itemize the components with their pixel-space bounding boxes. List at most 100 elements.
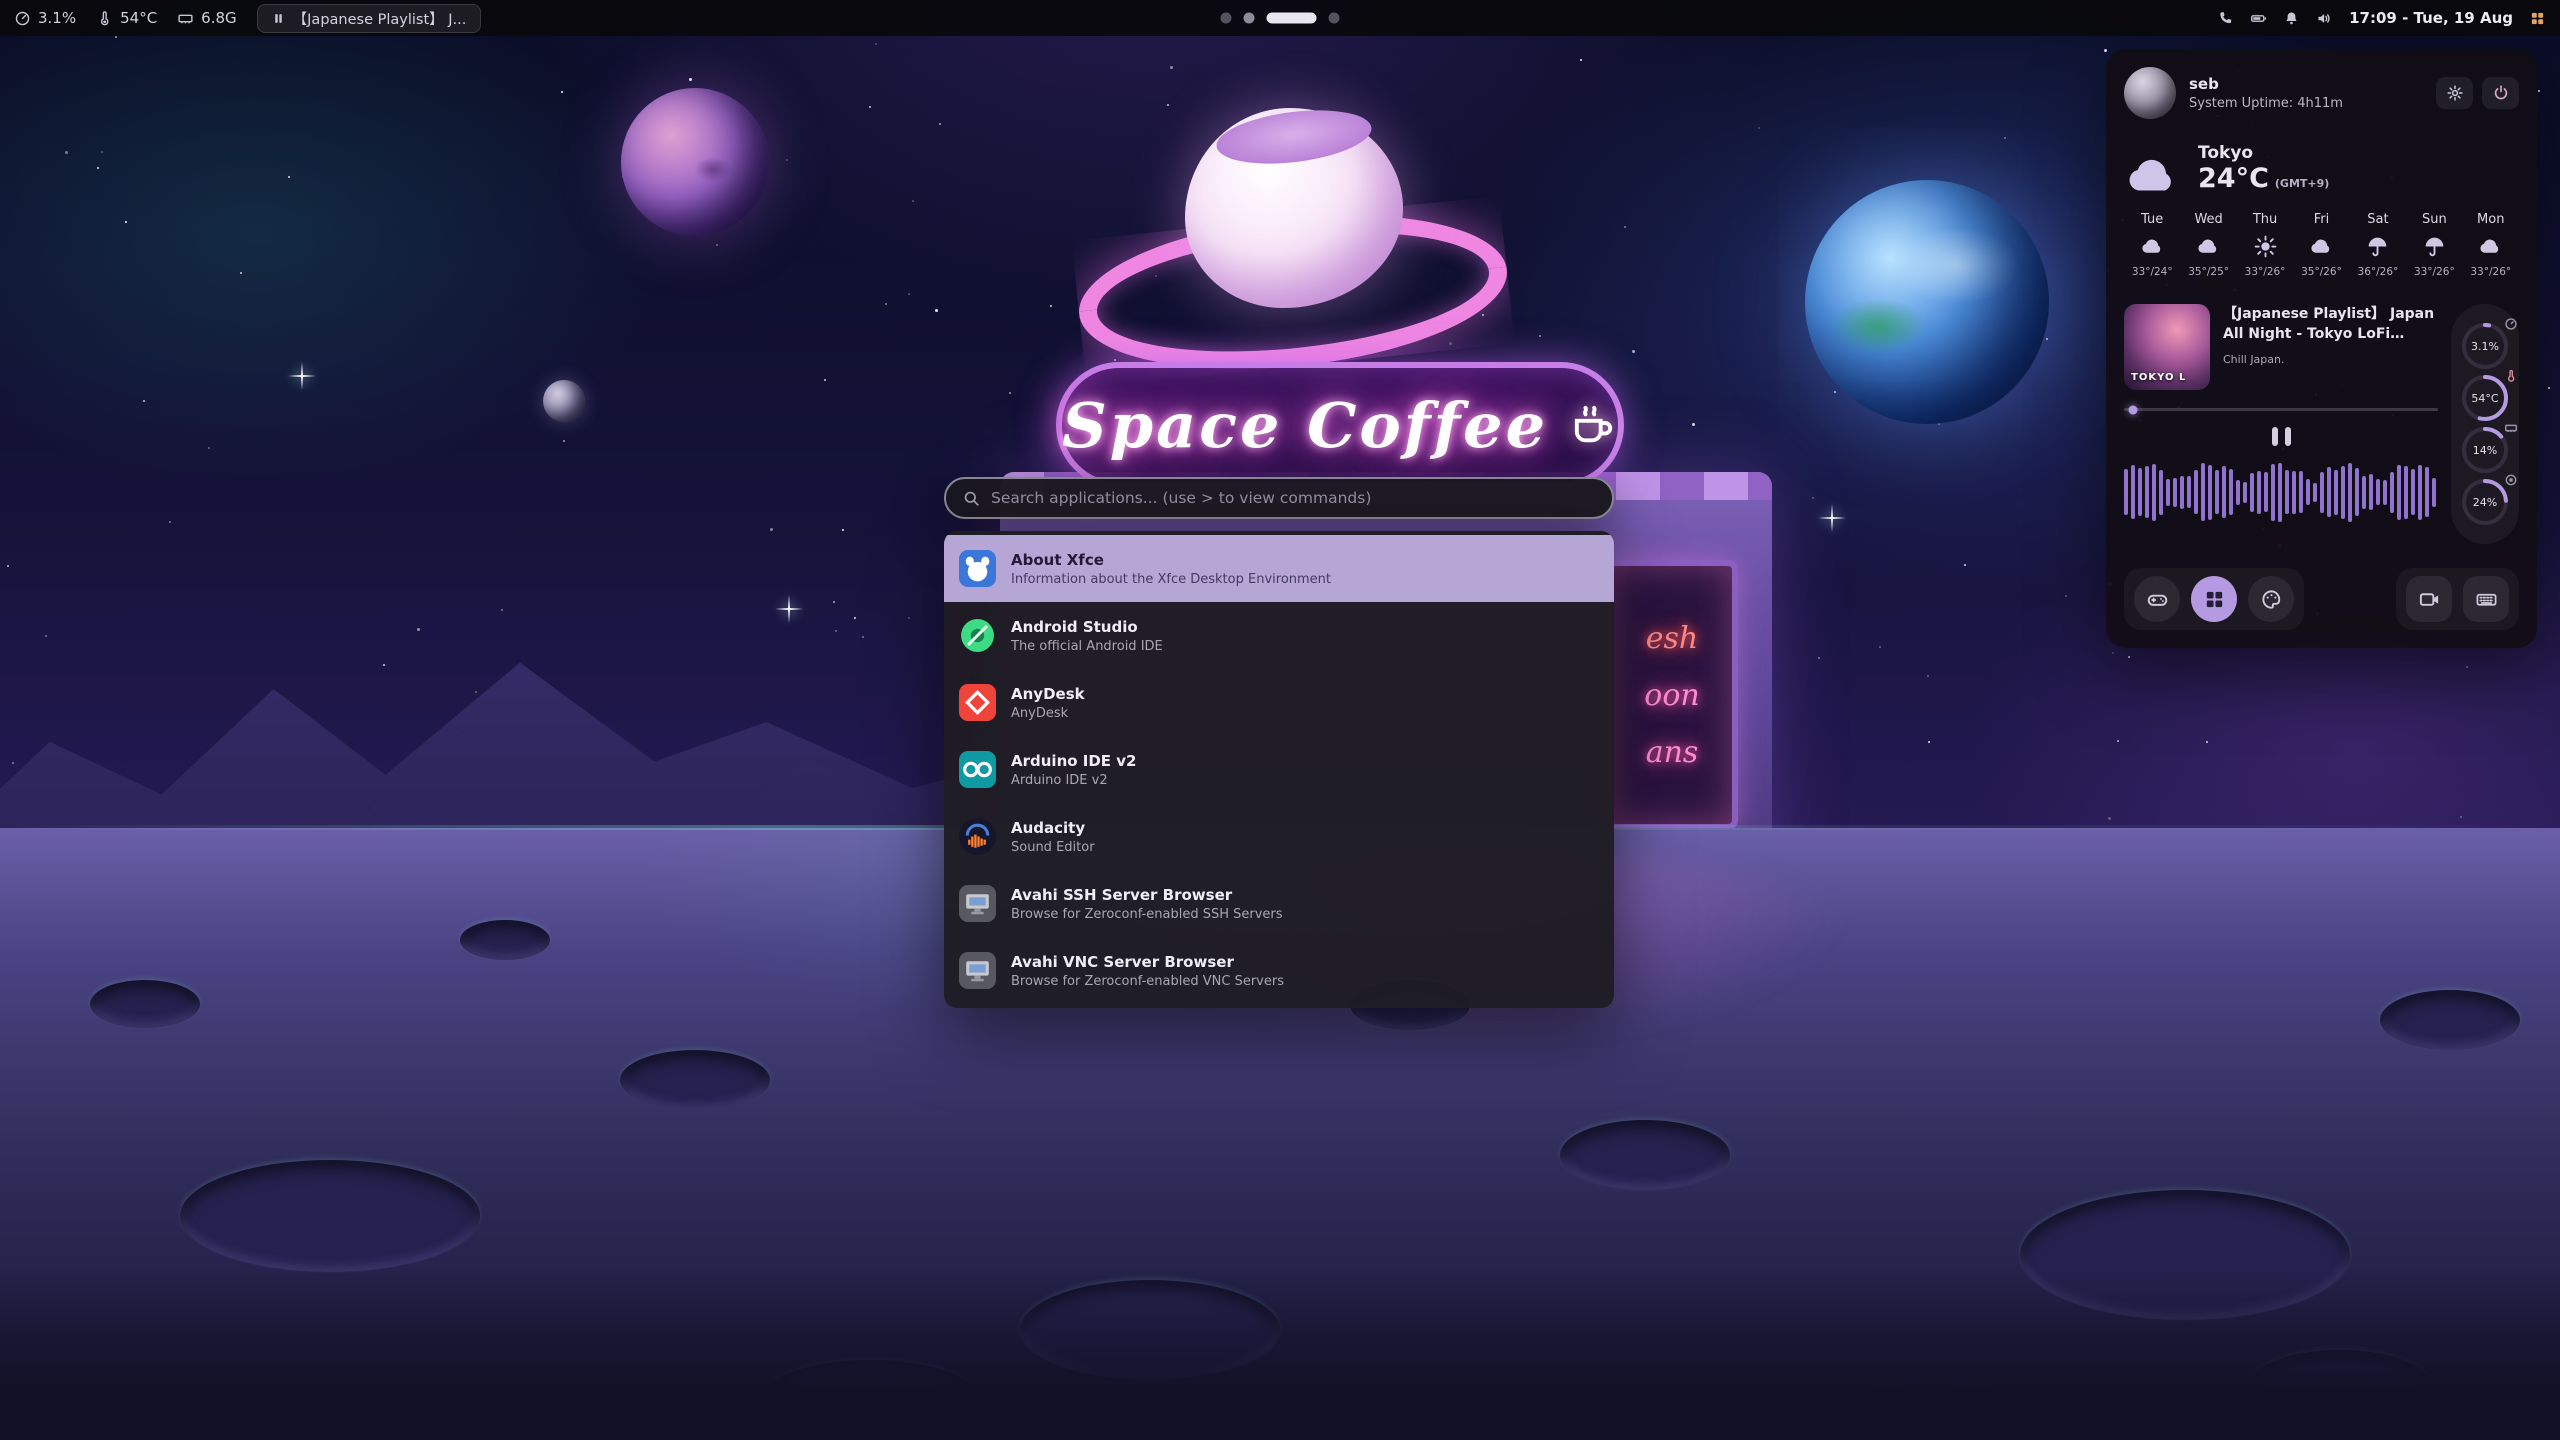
workspace-dot-4[interactable]	[1329, 13, 1340, 24]
launcher-results: About Xfce Information about the Xfce De…	[944, 531, 1614, 1008]
forecast-day: Tue 33°/24°	[2124, 212, 2180, 278]
search-input[interactable]	[991, 489, 1596, 507]
waveform	[2124, 460, 2438, 524]
memory-stat: 6.8G	[177, 9, 236, 27]
launcher-item-arduino[interactable]: Arduino IDE v2 Arduino IDE v2	[944, 736, 1614, 803]
game-controller-button[interactable]	[2134, 576, 2180, 622]
uptime-label: System Uptime: 4h11m	[2189, 96, 2343, 111]
weather-widget: Tokyo 24°C (GMT+9) Tue 33°/24° Wed 35°/2…	[2124, 143, 2519, 278]
system-stats: 3.1% 54°C 6.8G 【Japanese Playlist】 J...	[14, 4, 481, 33]
purple-planet	[621, 88, 769, 236]
speedometer-icon	[2504, 316, 2518, 330]
cpu-stat: 3.1%	[14, 9, 76, 27]
temperature-value: 54°C	[120, 9, 157, 27]
app-description: Browse for Zeroconf-enabled SSH Servers	[1011, 907, 1283, 922]
cloud-icon	[2478, 234, 2503, 259]
cloud-icon	[2196, 234, 2221, 259]
cloud-icon	[2124, 147, 2182, 191]
monitor-icon	[959, 952, 996, 989]
app-grid-icon[interactable]	[2529, 10, 2546, 27]
launcher-item-anydesk[interactable]: AnyDesk AnyDesk	[944, 669, 1614, 736]
forecast-row: Tue 33°/24° Wed 35°/25° Thu 33°/26° Fri	[2124, 212, 2519, 278]
seek-bar[interactable]	[2124, 408, 2438, 411]
workspace-dot-2[interactable]	[1244, 13, 1255, 24]
umbrella-rain-icon	[2422, 234, 2447, 259]
track-subtitle: Chill Japan.	[2223, 353, 2438, 366]
window-neon-text: oon	[1644, 678, 1699, 713]
cloud-icon	[2140, 234, 2165, 259]
workspace-dot-3-active[interactable]	[1267, 13, 1317, 24]
seek-knob[interactable]	[2129, 405, 2138, 414]
temperature-stat: 54°C	[96, 9, 157, 27]
utility-shortcuts	[2396, 568, 2519, 630]
memory-gauge: 14%	[2459, 424, 2511, 476]
foreground-shadow	[0, 1270, 2560, 1440]
app-name: Android Studio	[1011, 618, 1163, 636]
palette-button[interactable]	[2248, 576, 2294, 622]
clock[interactable]: 17:09 - Tue, 19 Aug	[2349, 9, 2513, 27]
cloud-icon	[2309, 234, 2334, 259]
search-icon	[962, 489, 981, 508]
power-button[interactable]	[2482, 77, 2519, 109]
temperature-gauge: 54°C	[2459, 372, 2511, 424]
cpu-value: 3.1%	[38, 9, 76, 27]
app-description: Arduino IDE v2	[1011, 773, 1137, 788]
android-studio-icon	[959, 617, 996, 654]
launcher-item-avahi-vnc[interactable]: Avahi VNC Server Browser Browse for Zero…	[944, 937, 1614, 1004]
keyboard-button[interactable]	[2463, 576, 2509, 622]
crater	[90, 980, 200, 1028]
desktop: esh oon ans Space Coffee	[0, 0, 2560, 1440]
phone-icon[interactable]	[2217, 10, 2234, 27]
app-description: AnyDesk	[1011, 706, 1085, 721]
app-name: Avahi SSH Server Browser	[1011, 886, 1283, 904]
settings-button[interactable]	[2436, 77, 2473, 109]
app-description: The official Android IDE	[1011, 639, 1163, 654]
cafe-window: esh oon ans	[1606, 560, 1738, 830]
umbrella-rain-icon	[2365, 234, 2390, 259]
launcher-item-about-xfce[interactable]: About Xfce Information about the Xfce De…	[944, 535, 1614, 602]
workspace-dot-1[interactable]	[1221, 13, 1232, 24]
window-neon-text: esh	[1646, 621, 1698, 656]
cpu-gauge: 3.1%	[2459, 320, 2511, 372]
bell-icon[interactable]	[2283, 10, 2300, 27]
app-description: Browse for Zeroconf-enabled VNC Servers	[1011, 974, 1284, 989]
track-title: 【Japanese Playlist】 Japan All Night - To…	[2223, 304, 2438, 345]
app-name: AnyDesk	[1011, 685, 1085, 703]
memory-icon	[2504, 420, 2518, 434]
window-neon-text: ans	[1646, 735, 1699, 770]
app-name: Audacity	[1011, 819, 1095, 837]
media-widget: TOKYO L 【Japanese Playlist】 Japan All Ni…	[2124, 304, 2519, 544]
system-gauges: 3.1% 54°C 14% 24%	[2451, 304, 2519, 544]
crater	[460, 920, 550, 960]
app-name: About Xfce	[1011, 551, 1331, 569]
profile-section: seb System Uptime: 4h11m	[2124, 67, 2519, 119]
app-grid-button[interactable]	[2191, 576, 2237, 622]
now-playing-pill[interactable]: 【Japanese Playlist】 J...	[257, 4, 482, 33]
widgets-sidebar: seb System Uptime: 4h11m Tokyo	[2106, 49, 2537, 648]
small-moon	[543, 380, 585, 422]
launcher-item-audacity[interactable]: Audacity Sound Editor	[944, 803, 1614, 870]
anydesk-icon	[959, 684, 996, 721]
weather-timezone: (GMT+9)	[2275, 177, 2329, 190]
volume-icon[interactable]	[2316, 10, 2333, 27]
arduino-icon	[959, 751, 996, 788]
sparkle-star	[1818, 504, 1846, 532]
launcher-item-avahi-ssh[interactable]: Avahi SSH Server Browser Browse for Zero…	[944, 870, 1614, 937]
sparkle-star	[288, 362, 316, 390]
sign-text: Space Coffee	[1062, 389, 1548, 462]
forecast-day: Fri 35°/26°	[2293, 212, 2349, 278]
workspace-indicator	[1221, 13, 1340, 24]
battery-icon[interactable]	[2250, 10, 2267, 27]
speedometer-icon	[14, 10, 31, 27]
forecast-day: Thu 33°/26°	[2237, 212, 2293, 278]
sparkle-star	[775, 595, 803, 623]
forecast-day: Wed 35°/25°	[2180, 212, 2236, 278]
screen-record-button[interactable]	[2406, 576, 2452, 622]
launcher-item-android-studio[interactable]: Android Studio The official Android IDE	[944, 602, 1614, 669]
pause-button[interactable]	[2251, 427, 2311, 446]
earth-planet	[1805, 180, 2049, 424]
coffee-cup-icon	[1566, 397, 1618, 453]
launcher-shortcuts	[2124, 568, 2304, 630]
app-description: Information about the Xfce Desktop Envir…	[1011, 572, 1331, 587]
app-launcher: About Xfce Information about the Xfce De…	[944, 477, 1614, 1008]
